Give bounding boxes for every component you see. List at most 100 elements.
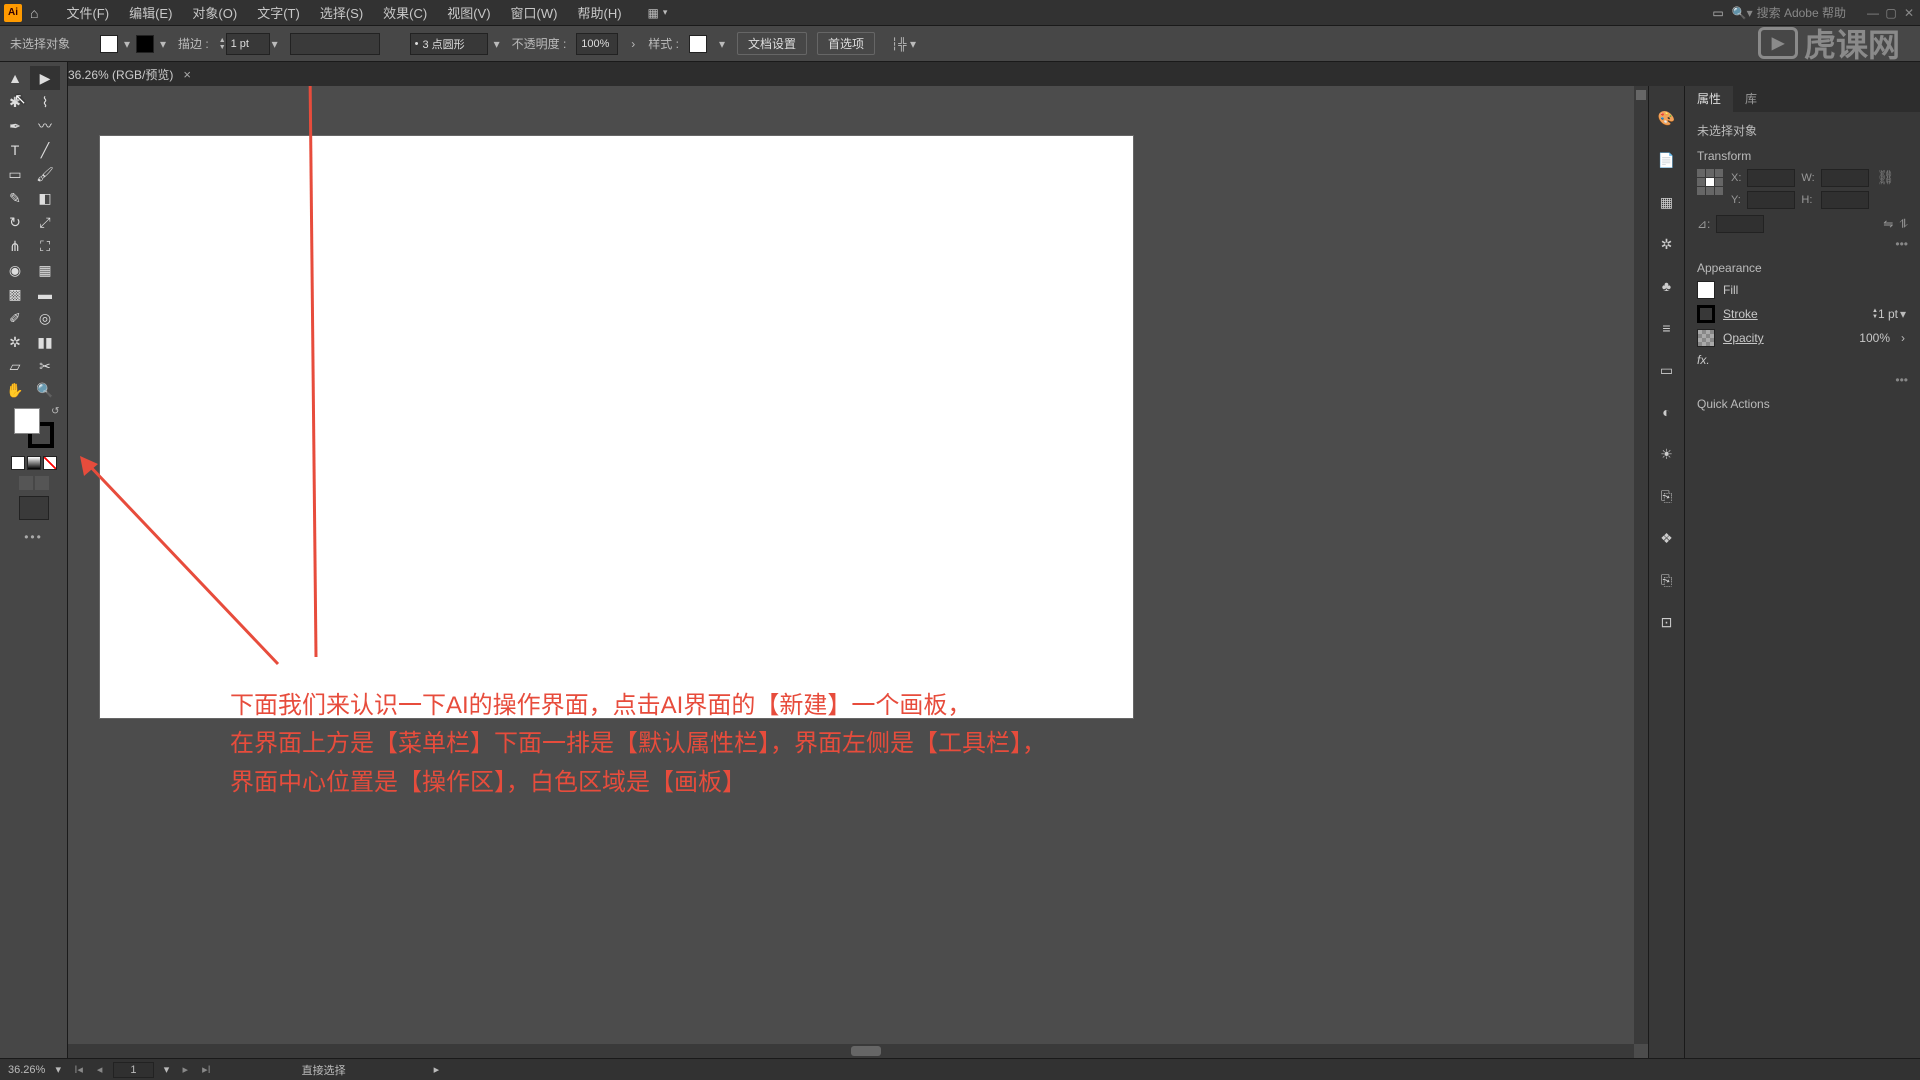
align-icon[interactable]: ┆╬ ▾ (891, 37, 916, 51)
screen-mode[interactable] (19, 496, 49, 520)
paintbrush-tool[interactable]: 🖌 (30, 162, 60, 186)
panel-fill-swatch[interactable] (1697, 281, 1715, 299)
shape-builder-tool[interactable]: ◉ (0, 258, 30, 282)
stroke-dropdown-icon[interactable]: ▾ (158, 39, 168, 49)
home-icon[interactable]: ⌂ (30, 5, 38, 21)
fill-stroke-control[interactable]: ↺ (14, 408, 54, 448)
slice-tool[interactable]: ✂ (30, 354, 60, 378)
y-input[interactable] (1747, 191, 1795, 209)
panel-tab-libraries[interactable]: 库 (1733, 86, 1769, 112)
link-wh-icon[interactable]: ⛓ (1877, 169, 1895, 186)
links-panel-icon[interactable]: ⊡ (1655, 610, 1679, 634)
magic-wand-tool[interactable]: ✱ (0, 90, 30, 114)
menu-file[interactable]: 文件(F) (56, 3, 119, 22)
type-tool[interactable]: T (0, 138, 30, 162)
panel-stroke-val[interactable]: 1 pt (1878, 307, 1898, 321)
close-icon[interactable]: ✕ (1902, 6, 1916, 20)
curvature-tool[interactable]: 〰 (30, 114, 60, 138)
menu-type[interactable]: 文字(T) (247, 3, 310, 22)
brushes-panel-icon[interactable]: ✲ (1655, 232, 1679, 256)
zoom-level[interactable]: 36.26% (8, 1064, 45, 1076)
maximize-icon[interactable]: ▢ (1884, 6, 1898, 20)
first-artboard-icon[interactable]: I◂ (71, 1063, 86, 1076)
opacity-dd-icon[interactable]: › (628, 39, 638, 49)
mesh-tool[interactable]: ▩ (0, 282, 30, 306)
drawmode-behind[interactable] (35, 476, 49, 490)
selection-tool[interactable]: ▲ (0, 66, 30, 90)
status-play-icon[interactable]: ▸ (434, 1063, 440, 1076)
artboard-number[interactable]: 1 (113, 1062, 153, 1078)
last-artboard-icon[interactable]: ▸I (199, 1063, 214, 1076)
layers-panel-icon[interactable]: ❖ (1655, 526, 1679, 550)
transparency-panel-icon[interactable]: ◐ (1655, 400, 1679, 424)
perspective-tool[interactable]: ▦ (30, 258, 60, 282)
drawmode-normal[interactable] (19, 476, 33, 490)
panel-opacity-val[interactable]: 100% (1859, 331, 1890, 345)
menu-window[interactable]: 窗口(W) (501, 3, 568, 22)
rectangle-tool[interactable]: ▭ (0, 162, 30, 186)
gradient-panel-icon[interactable]: ▭ (1655, 358, 1679, 382)
fill-swatch[interactable] (100, 35, 118, 53)
preferences-button[interactable]: 首选项 (817, 32, 875, 55)
minimize-icon[interactable]: — (1866, 6, 1880, 20)
menu-view[interactable]: 视图(V) (437, 3, 500, 22)
opacity-input[interactable] (576, 33, 618, 55)
eyedropper-tool[interactable]: ✐ (0, 306, 30, 330)
doc-setup-button[interactable]: 文档设置 (737, 32, 807, 55)
tab-close-icon[interactable]: × (183, 67, 191, 82)
canvas-area[interactable]: 下面我们来认识一下AI的操作界面，点击AI界面的【新建】一个画板， 在界面上方是… (68, 86, 1648, 1058)
flip-v-icon[interactable]: ⥮ (1899, 217, 1908, 232)
arrange-docs-icon[interactable]: ▦ ▾ (648, 6, 668, 20)
panel-more-icon-2[interactable]: ••• (1697, 373, 1908, 387)
panel-tab-properties[interactable]: 属性 (1685, 86, 1733, 112)
h-input[interactable] (1821, 191, 1869, 209)
window-frame-icon[interactable]: ▭ (1712, 6, 1723, 20)
lasso-tool[interactable]: ⌇ (30, 90, 60, 114)
x-input[interactable] (1747, 169, 1795, 187)
style-swatch[interactable] (689, 35, 707, 53)
search-box[interactable]: 🔍▾ 搜索 Adobe 帮助 (1732, 4, 1846, 21)
panel-more-icon[interactable]: ••• (1697, 237, 1908, 251)
stroke-weight-dd-icon[interactable]: ▾ (270, 39, 280, 49)
menu-object[interactable]: 对象(O) (182, 3, 247, 22)
asset-export-panel-icon[interactable]: ⎘ (1655, 484, 1679, 508)
menu-edit[interactable]: 编辑(E) (119, 3, 182, 22)
angle-input[interactable] (1716, 215, 1764, 233)
panel-opacity-swatch[interactable] (1697, 329, 1715, 347)
vstroke-profile[interactable] (290, 33, 380, 55)
fx-label[interactable]: fx. (1697, 353, 1710, 367)
brush-dd-icon[interactable]: ▾ (492, 39, 502, 49)
color-mode-solid[interactable] (11, 456, 25, 470)
artboards-panel-icon[interactable]: ⎘ (1655, 568, 1679, 592)
free-transform-tool[interactable]: ⛶ (30, 234, 60, 258)
scrollbar-horizontal[interactable] (68, 1044, 1634, 1058)
appearance-panel-icon[interactable]: ☀ (1655, 442, 1679, 466)
direct-selection-tool[interactable]: ▶ (30, 66, 60, 90)
prev-artboard-icon[interactable]: ◂ (94, 1063, 106, 1076)
flip-h-icon[interactable]: ⇋ (1883, 217, 1893, 231)
artboard[interactable] (100, 136, 1133, 718)
gradient-tool[interactable]: ▬ (30, 282, 60, 306)
next-artboard-icon[interactable]: ▸ (180, 1063, 192, 1076)
toolbar-more-icon[interactable]: ••• (0, 530, 67, 544)
document-tab[interactable]: 36.26% (RGB/预览) × (68, 66, 191, 83)
w-input[interactable] (1821, 169, 1869, 187)
menu-effect[interactable]: 效果(C) (373, 3, 437, 22)
fill-dropdown-icon[interactable]: ▾ (122, 39, 132, 49)
hand-tool[interactable]: ✋ (0, 378, 30, 402)
menu-help[interactable]: 帮助(H) (567, 3, 631, 22)
reference-point-icon[interactable] (1697, 169, 1723, 195)
stroke-panel-icon[interactable]: ≡ (1655, 316, 1679, 340)
menu-select[interactable]: 选择(S) (310, 3, 373, 22)
blend-tool[interactable]: ◎ (30, 306, 60, 330)
swatches-panel-icon[interactable]: ▦ (1655, 190, 1679, 214)
shaper-tool[interactable]: ✎ (0, 186, 30, 210)
symbols-panel-icon[interactable]: ♣ (1655, 274, 1679, 298)
doc-panel-icon[interactable]: 📄 (1655, 148, 1679, 172)
style-dd-icon[interactable]: ▾ (717, 39, 727, 49)
fill-color[interactable] (14, 408, 40, 434)
scrollbar-vertical[interactable] (1634, 86, 1648, 1044)
artboard-tool[interactable]: ▱ (0, 354, 30, 378)
panel-stroke-swatch[interactable] (1697, 305, 1715, 323)
width-tool[interactable]: ⋔ (0, 234, 30, 258)
